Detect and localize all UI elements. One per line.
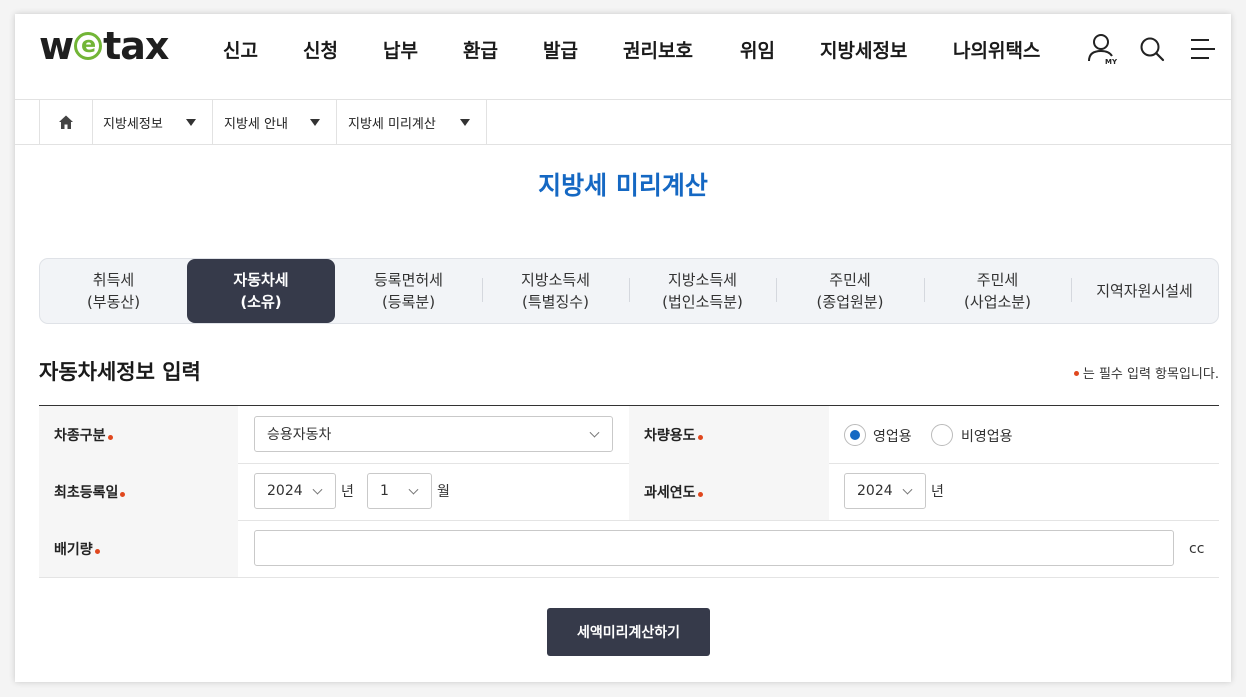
page-title: 지방세 미리계산 xyxy=(538,171,708,200)
page: w e tax 신고 신청 납부 환급 발급 권리보호 위임 지방세정보 나의위택스… xyxy=(15,14,1231,682)
usage-commercial-radio[interactable] xyxy=(844,424,866,446)
vehicle-type-select[interactable]: 승용자동차 xyxy=(254,416,613,452)
breadcrumb-label: 지방세 미리계산 xyxy=(348,116,436,132)
displacement-label: 배기량 xyxy=(39,520,238,577)
nav-item-pay[interactable]: 납부 xyxy=(383,36,418,63)
logo-text-w: w xyxy=(39,24,74,68)
nav-item-rights[interactable]: 권리보호 xyxy=(623,36,693,63)
wetax-logo[interactable]: w e tax xyxy=(39,24,169,68)
nav-item-apply[interactable]: 신청 xyxy=(303,36,338,63)
breadcrumb-item-local-tax-info[interactable]: 지방세정보 xyxy=(92,100,213,144)
tab-local-income-tax-withholding[interactable]: 지방소득세 (특별징수) xyxy=(482,259,629,323)
breadcrumb-home[interactable] xyxy=(39,100,93,144)
usage-noncommercial-radio[interactable] xyxy=(931,424,953,446)
tax-type-tabs: 취득세 (부동산) 자동차세 (소유) 등록면허세 (등록분) 지방소득세 (특… xyxy=(39,258,1219,324)
home-icon xyxy=(59,115,73,129)
vehicle-type-label: 차종구분 xyxy=(39,406,238,463)
chevron-down-icon xyxy=(312,484,323,495)
breadcrumb-item-local-tax-guide[interactable]: 지방세 안내 xyxy=(213,100,337,144)
first-registration-label: 최초등록일 xyxy=(39,463,238,520)
breadcrumb-label: 지방세정보 xyxy=(103,116,163,132)
caret-down-icon xyxy=(460,119,470,126)
chevron-down-icon xyxy=(408,484,419,495)
breadcrumb: 지방세정보 지방세 안내 지방세 미리계산 xyxy=(15,100,1231,145)
vehicle-info-form: 차종구분 승용자동차 차량용도 영업용 비영업용 최초등록일 2024 년 1 … xyxy=(39,405,1219,578)
first-registration-month-select[interactable]: 1 xyxy=(367,473,432,509)
tab-registration-license-tax[interactable]: 등록면허세 (등록분) xyxy=(335,259,482,323)
nav-item-local-tax-info[interactable]: 지방세정보 xyxy=(820,36,907,63)
usage-noncommercial-label[interactable]: 비영업용 xyxy=(961,426,1013,446)
displacement-label-text: 배기량 xyxy=(54,541,93,558)
tax-year-select[interactable]: 2024 xyxy=(844,473,926,509)
required-dot xyxy=(1073,371,1079,376)
caret-down-icon xyxy=(310,119,320,126)
first-registration-year-value: 2024 xyxy=(267,483,303,499)
tax-year-unit: 년 xyxy=(931,484,944,500)
tax-year-label: 과세연도 xyxy=(629,463,829,520)
first-registration-label-text: 최초등록일 xyxy=(54,484,119,501)
tab-acquisition-tax[interactable]: 취득세 (부동산) xyxy=(40,259,187,323)
required-dot xyxy=(107,434,113,440)
required-dot xyxy=(120,491,126,497)
site-header: w e tax 신고 신청 납부 환급 발급 권리보호 위임 지방세정보 나의위택스… xyxy=(15,14,1231,100)
required-note: 는 필수 입력 항목입니다. xyxy=(1073,363,1219,382)
my-user-icon[interactable]: MY xyxy=(1087,32,1118,66)
usage-commercial-label[interactable]: 영업용 xyxy=(873,426,912,446)
form-row-first-registration: 최초등록일 2024 년 1 월 과세연도 2024 년 xyxy=(39,463,1219,521)
nav-item-report[interactable]: 신고 xyxy=(223,36,258,63)
first-registration-month-value: 1 xyxy=(380,483,389,499)
nav-item-refund[interactable]: 환급 xyxy=(463,36,498,63)
breadcrumb-item-tax-precalc[interactable]: 지방세 미리계산 xyxy=(337,100,487,144)
tab-resident-tax-employee[interactable]: 주민세 (종업원분) xyxy=(776,259,924,323)
form-row-vehicle-type: 차종구분 승용자동차 차량용도 영업용 비영업용 xyxy=(39,406,1219,464)
tab-vehicle-tax[interactable]: 자동차세 (소유) xyxy=(187,259,335,323)
nav-item-issue[interactable]: 발급 xyxy=(543,36,578,63)
breadcrumb-label: 지방세 안내 xyxy=(224,116,288,132)
tab-local-income-tax-corporate[interactable]: 지방소득세 (법인소득분) xyxy=(629,259,776,323)
logo-e-ring: e xyxy=(74,32,103,60)
form-row-displacement: 배기량 cc xyxy=(39,520,1219,578)
hamburger-menu-icon[interactable] xyxy=(1189,38,1219,72)
calculate-tax-button[interactable]: 세액미리계산하기 xyxy=(547,608,710,656)
nav-item-delegate[interactable]: 위임 xyxy=(740,36,775,63)
tax-year-label-text: 과세연도 xyxy=(644,484,696,501)
first-registration-year-select[interactable]: 2024 xyxy=(254,473,336,509)
vehicle-type-value: 승용자동차 xyxy=(267,427,332,443)
displacement-unit: cc xyxy=(1189,541,1205,557)
logo-text-rest: tax xyxy=(103,24,169,68)
chevron-down-icon xyxy=(902,484,913,495)
month-unit: 월 xyxy=(437,484,450,500)
required-dot xyxy=(697,434,703,440)
required-note-text: 는 필수 입력 항목입니다. xyxy=(1082,367,1219,382)
chevron-down-icon xyxy=(589,427,600,438)
section-title: 자동차세정보 입력 xyxy=(39,360,201,384)
vehicle-type-label-text: 차종구분 xyxy=(54,427,106,444)
nav-item-my-wetax[interactable]: 나의위택스 xyxy=(953,36,1040,63)
tax-year-value: 2024 xyxy=(857,483,893,499)
displacement-input[interactable] xyxy=(254,530,1174,566)
search-icon[interactable] xyxy=(1139,36,1169,70)
tab-regional-resource-tax[interactable]: 지역자원시설세 xyxy=(1071,259,1218,323)
tab-resident-tax-business[interactable]: 주민세 (사업소분) xyxy=(924,259,1071,323)
year-unit: 년 xyxy=(341,484,354,500)
required-dot xyxy=(697,491,703,497)
caret-down-icon xyxy=(186,119,196,126)
vehicle-usage-label-text: 차량용도 xyxy=(644,427,696,444)
required-dot xyxy=(94,548,100,554)
vehicle-usage-label: 차량용도 xyxy=(629,406,829,463)
svg-text:MY: MY xyxy=(1105,58,1118,66)
